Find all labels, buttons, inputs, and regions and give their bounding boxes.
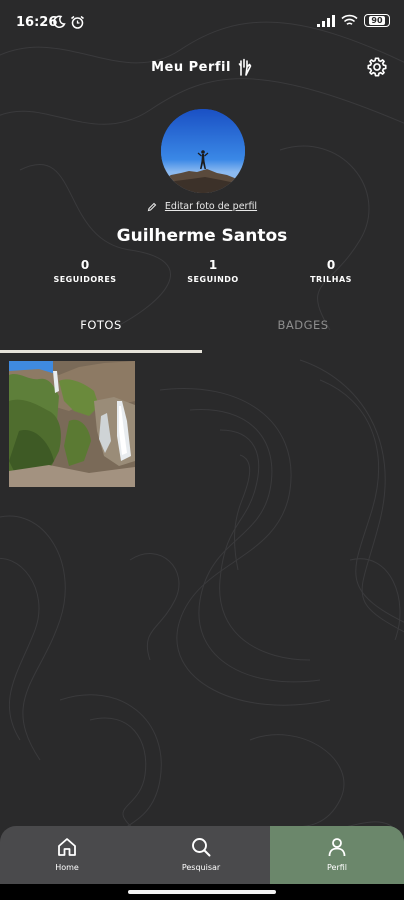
nav-profile[interactable]: Perfil xyxy=(270,826,404,884)
hand-icon xyxy=(238,58,252,76)
status-bar: 16:26 90 xyxy=(0,0,404,48)
battery-icon: 90 xyxy=(364,14,390,27)
nav-home[interactable]: Home xyxy=(0,826,134,884)
photo-thumbnail[interactable] xyxy=(9,361,135,487)
alarm-icon xyxy=(71,15,84,29)
user-icon xyxy=(328,838,346,857)
nav-label: Perfil xyxy=(326,863,347,872)
stat-value: 0 xyxy=(80,258,90,272)
avatar-photo xyxy=(161,109,245,193)
search-icon xyxy=(192,838,211,857)
header: Meu Perfil xyxy=(0,58,404,76)
stat-following[interactable]: 1 SEGUINDO xyxy=(163,258,263,284)
stat-followers[interactable]: 0 SEGUIDORES xyxy=(35,258,135,284)
home-icon xyxy=(58,838,76,856)
gear-icon[interactable] xyxy=(366,56,388,78)
tab-indicator xyxy=(0,350,202,353)
nav-label: Pesquisar xyxy=(181,863,221,872)
stat-value: 0 xyxy=(326,258,336,272)
wifi-icon xyxy=(341,14,358,25)
battery-level: 90 xyxy=(369,16,385,25)
page-title: Meu Perfil xyxy=(151,59,231,75)
avatar[interactable] xyxy=(161,109,245,193)
stat-value: 1 xyxy=(208,258,218,272)
moon-icon xyxy=(53,15,66,29)
home-indicator[interactable] xyxy=(128,890,276,894)
tab-badges[interactable]: BADGES xyxy=(202,312,404,354)
waterfall-photo xyxy=(9,361,135,487)
profile-screen: 16:26 90 Meu Perfil Editar foto de perfi… xyxy=(0,0,404,900)
profile-tabs: FOTOS BADGES xyxy=(0,312,404,354)
tab-fotos[interactable]: FOTOS xyxy=(0,312,202,354)
bottom-nav: Home Pesquisar Perfil xyxy=(0,826,404,884)
nav-search[interactable]: Pesquisar xyxy=(134,826,268,884)
edit-photo-link[interactable]: Editar foto de perfil xyxy=(0,201,404,212)
stat-label: TRILHAS xyxy=(310,275,352,284)
signal-icon xyxy=(317,14,335,27)
stat-label: SEGUIDORES xyxy=(53,275,117,284)
pencil-icon xyxy=(147,202,157,211)
stat-label: SEGUINDO xyxy=(187,275,239,284)
stat-trails[interactable]: 0 TRILHAS xyxy=(281,258,381,284)
edit-photo-label[interactable]: Editar foto de perfil xyxy=(165,201,257,212)
user-name: Guilherme Santos xyxy=(116,226,288,246)
nav-label: Home xyxy=(55,863,79,872)
